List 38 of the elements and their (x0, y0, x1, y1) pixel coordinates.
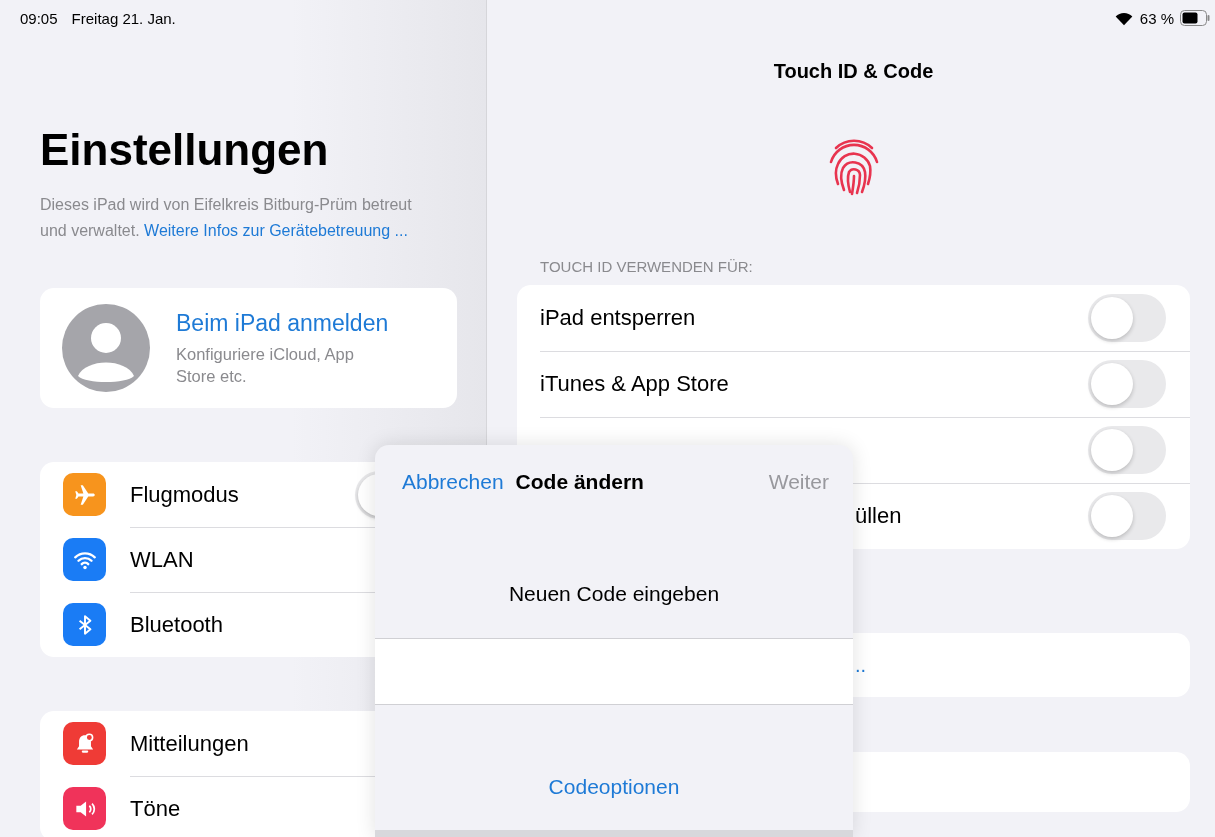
toggle-switch[interactable] (1088, 492, 1166, 540)
section-header: TOUCH ID VERWENDEN FÜR: (540, 258, 754, 275)
dialog-title: Code ändern (515, 470, 644, 494)
settings-label: Bluetooth (130, 611, 224, 638)
code-options-button[interactable]: Codeoptionen (548, 775, 680, 799)
settings-item[interactable]: Töne (63, 776, 457, 837)
battery-percent: 63 % (1139, 9, 1174, 27)
more-info-link[interactable]: Weitere Infos zur Gerätebetreuung ... (144, 222, 408, 239)
battery-icon (1180, 10, 1210, 26)
settings-label: Mitteilungen (130, 730, 250, 757)
row-label: üllen (855, 503, 902, 529)
settings-item[interactable]: Mitteilungen (63, 711, 457, 776)
settings-row[interactable]: iPad entsperren (540, 285, 1190, 351)
settings-label: Töne (130, 795, 182, 822)
settings-item[interactable]: WLAN (63, 527, 457, 592)
toggle-switch[interactable] (1088, 294, 1166, 342)
row-label: iTunes & App Store (540, 371, 729, 397)
row-label: iPad entsperren (540, 305, 696, 331)
settings-label: WLAN (130, 546, 195, 573)
page-title: Touch ID & Code (772, 60, 935, 83)
management-notice: Dieses iPad wird von Eifelkreis Bitburg-Prüm betreut und verwaltet. Weitere Infos zur Gerätebetreuung ... (40, 195, 413, 241)
toggle-switch[interactable] (1088, 360, 1166, 408)
status-date: Freitag 21. Jan. (71, 9, 176, 27)
account-subtitle: Konfiguriere iCloud, App Store etc. (176, 343, 355, 387)
status-time: 09:05 (20, 9, 58, 27)
settings-link[interactable]: .. (855, 653, 867, 677)
code-prompt: Neuen Code eingeben (507, 582, 721, 606)
cancel-button[interactable]: Abbrechen (402, 470, 504, 494)
account-card[interactable]: Beim iPad anmelden Konfiguriere iCloud, App Store etc. (40, 288, 457, 408)
sign-in-label: Beim iPad anmelden (176, 309, 389, 337)
wifi-icon (1113, 10, 1134, 26)
settings-row[interactable]: iTunes & App Store (540, 351, 1190, 417)
settings-label: Flugmodus (130, 481, 240, 508)
code-input-field[interactable] (375, 638, 853, 705)
settings-title: Einstellungen (40, 124, 330, 176)
settings-item[interactable]: Bluetooth (63, 592, 457, 657)
avatar-icon (62, 304, 150, 392)
toggle-switch[interactable] (1088, 426, 1166, 474)
